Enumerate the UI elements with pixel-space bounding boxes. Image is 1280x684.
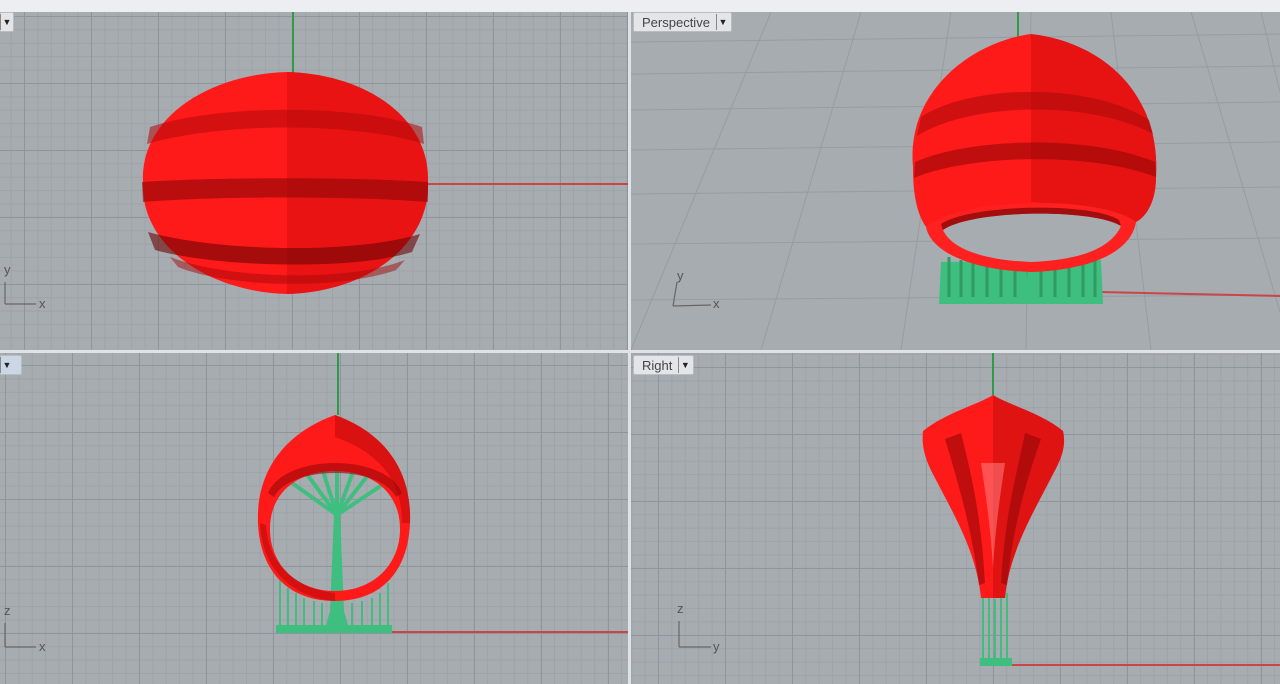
axis-label-horizontal: x bbox=[713, 296, 720, 311]
axis-label-vertical: z bbox=[4, 603, 11, 618]
top-view-scene bbox=[4, 12, 628, 305]
chevron-down-icon[interactable]: ▼ bbox=[0, 14, 13, 30]
viewport-splitter-vertical[interactable] bbox=[628, 12, 631, 684]
axis-widget-icon bbox=[4, 623, 36, 648]
viewport-top[interactable]: y x ▼ bbox=[0, 12, 628, 350]
axis-label-horizontal: x bbox=[39, 639, 46, 654]
viewport-tab-perspective[interactable]: Perspective ▼ bbox=[633, 12, 732, 32]
viewport-tab-top[interactable]: ▼ bbox=[0, 12, 14, 32]
viewport-splitter-horizontal[interactable] bbox=[0, 350, 1280, 353]
viewport-tab-front[interactable]: ▼ bbox=[0, 355, 22, 375]
front-view-scene bbox=[4, 353, 628, 648]
viewport-tab-right[interactable]: Right ▼ bbox=[633, 355, 695, 375]
axis-widget-icon bbox=[678, 621, 711, 648]
chevron-down-icon[interactable]: ▼ bbox=[678, 357, 691, 373]
viewport-title[interactable]: Right bbox=[642, 358, 678, 373]
perspective-grid bbox=[631, 12, 1280, 350]
right-view-scene bbox=[678, 353, 1280, 666]
axis-widget-icon bbox=[4, 282, 36, 305]
axis-label-vertical: z bbox=[677, 601, 684, 616]
axis-label-vertical: y bbox=[4, 262, 11, 277]
axis-label-horizontal: y bbox=[713, 639, 720, 654]
ring-top-model bbox=[142, 72, 429, 294]
axis-label-vertical: y bbox=[677, 268, 684, 283]
viewport-right[interactable]: z y Right ▼ bbox=[631, 353, 1280, 684]
viewport-title[interactable]: Perspective bbox=[642, 15, 716, 30]
viewport-front[interactable]: z x ▼ bbox=[0, 353, 628, 684]
support-structure bbox=[276, 461, 392, 633]
chevron-down-icon[interactable]: ▼ bbox=[715, 14, 729, 30]
ring-right-model bbox=[922, 395, 1065, 598]
viewport-perspective[interactable]: y x Perspective ▼ bbox=[631, 12, 1280, 350]
support-structure bbox=[980, 593, 1012, 666]
chevron-down-icon[interactable]: ▼ bbox=[0, 357, 13, 373]
axis-label-horizontal: x bbox=[39, 296, 46, 311]
